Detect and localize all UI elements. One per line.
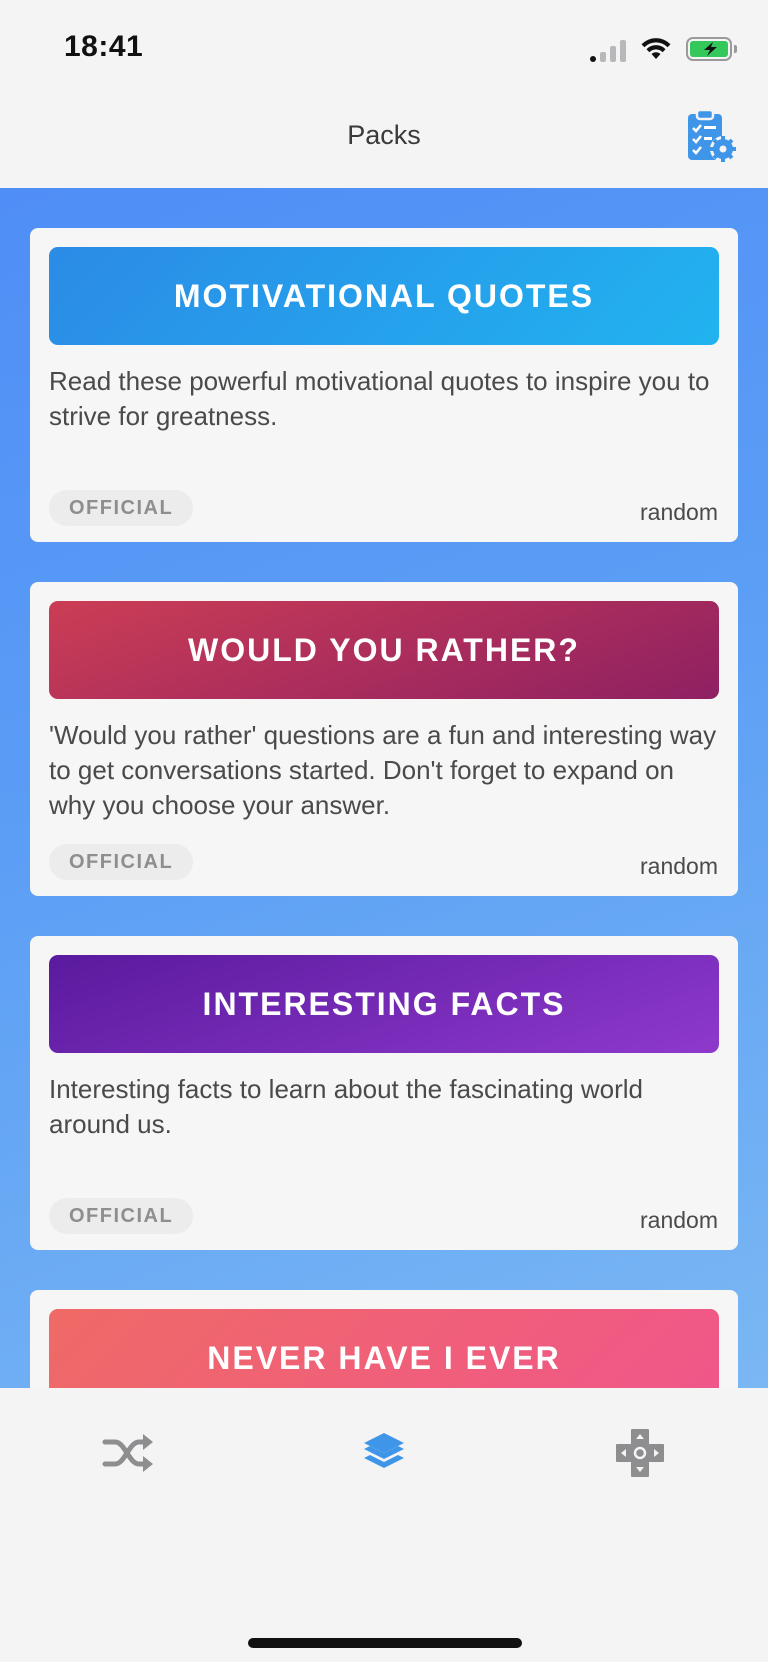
pack-order: random: [640, 1207, 718, 1233]
status-icons: [590, 36, 737, 62]
pack-card-would-you-rather[interactable]: WOULD YOU RATHER? 'Would you rather' que…: [30, 582, 738, 896]
pack-title: WOULD YOU RATHER?: [188, 631, 580, 668]
tab-packs[interactable]: [354, 1428, 414, 1478]
wifi-icon: [641, 38, 671, 59]
pack-order: random: [640, 853, 718, 879]
pack-card-interesting-facts[interactable]: INTERESTING FACTS Interesting facts to l…: [30, 936, 738, 1250]
tab-shuffle[interactable]: [98, 1428, 158, 1478]
pack-banner: INTERESTING FACTS: [49, 955, 719, 1053]
tab-controller[interactable]: [610, 1428, 670, 1478]
page-title: Packs: [347, 120, 421, 150]
layers-icon: [364, 1433, 404, 1468]
gamepad-icon: [616, 1429, 664, 1477]
pack-description: Interesting facts to learn about the fas…: [49, 1074, 644, 1139]
official-badge: OFFICIAL: [49, 844, 194, 880]
tab-bar: [0, 1388, 768, 1662]
pack-card-never-have-i-ever[interactable]: NEVER HAVE I EVER: [30, 1290, 738, 1388]
status-time: 18:41: [64, 30, 144, 63]
clipboard-settings-icon: [688, 108, 736, 162]
battery-icon: [686, 37, 737, 61]
pack-order: random: [640, 499, 718, 525]
clipboard-settings-button[interactable]: [684, 108, 738, 166]
pack-title: INTERESTING FACTS: [202, 985, 566, 1022]
pack-description: Read these powerful motivational quotes …: [49, 366, 710, 431]
packs-list[interactable]: MOTIVATIONAL QUOTES Read these powerful …: [0, 188, 768, 1388]
pack-card-motivational-quotes[interactable]: MOTIVATIONAL QUOTES Read these powerful …: [30, 228, 738, 542]
pack-banner: WOULD YOU RATHER?: [49, 601, 719, 699]
home-indicator: [248, 1638, 522, 1648]
cellular-signal-icon: [590, 36, 626, 62]
navigation-header: Packs: [0, 90, 768, 188]
official-badge: OFFICIAL: [49, 1198, 194, 1234]
status-bar: 18:41: [0, 0, 768, 90]
official-badge: OFFICIAL: [49, 490, 194, 526]
pack-title: NEVER HAVE I EVER: [207, 1339, 561, 1376]
shuffle-icon: [102, 1434, 153, 1472]
screen: 18:41 Packs MOTIVATIONAL QUOTES Read the…: [0, 0, 768, 1662]
pack-description: 'Would you rather' questions are a fun a…: [49, 720, 717, 820]
pack-title: MOTIVATIONAL QUOTES: [173, 277, 595, 314]
pack-banner: NEVER HAVE I EVER: [49, 1309, 719, 1388]
pack-banner: MOTIVATIONAL QUOTES: [49, 247, 719, 345]
